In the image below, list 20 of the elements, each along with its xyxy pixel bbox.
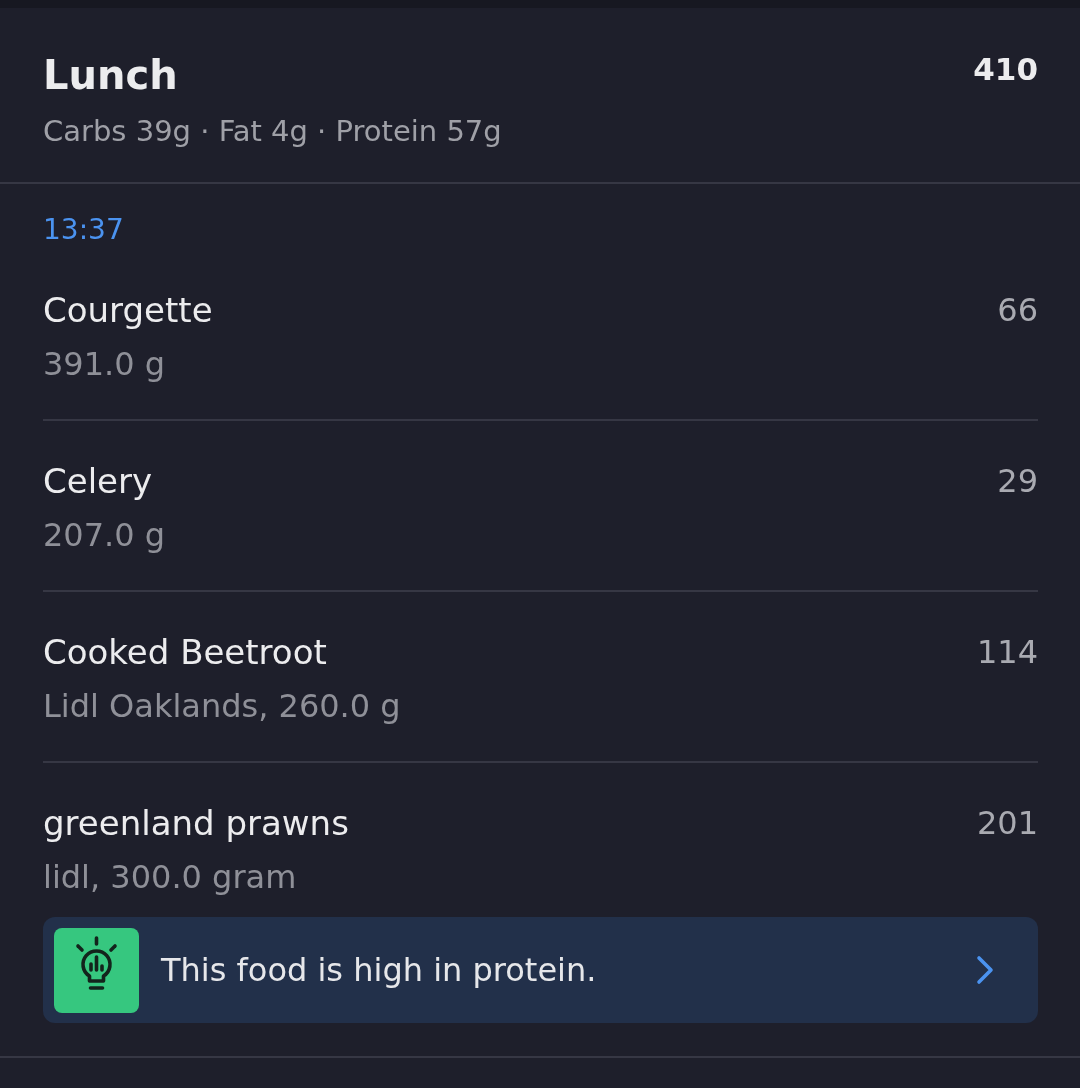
food-detail: Lidl Oaklands, 260.0 g — [42, 686, 402, 727]
food-detail: 207.0 g — [42, 515, 167, 556]
log-time: 13:37 — [42, 212, 125, 248]
food-name[interactable]: Celery — [43, 459, 153, 503]
food-name[interactable]: Cooked Beetroot — [43, 630, 327, 674]
lightbulb-icon — [54, 927, 139, 1013]
tip-text: This food is high in protein. — [161, 950, 598, 991]
meal-title: Lunch — [43, 51, 179, 100]
food-name[interactable]: greenland prawns — [43, 801, 349, 845]
food-name[interactable]: Courgette — [43, 288, 213, 332]
calorie-total: 410 — [973, 51, 1038, 87]
food-calories: 201 — [976, 803, 1038, 844]
food-detail: 391.0 g — [42, 344, 167, 385]
food-detail: lidl, 300.0 gram — [42, 857, 298, 898]
chevron-right-icon — [976, 955, 994, 985]
macros-summary: Carbs 39g · Fat 4g · Protein 57g — [43, 113, 502, 150]
food-calories: 66 — [997, 290, 1038, 331]
tip-banner[interactable]: This food is high in protein. — [43, 917, 1038, 1023]
food-calories: 29 — [997, 461, 1038, 502]
food-calories: 114 — [976, 632, 1038, 673]
